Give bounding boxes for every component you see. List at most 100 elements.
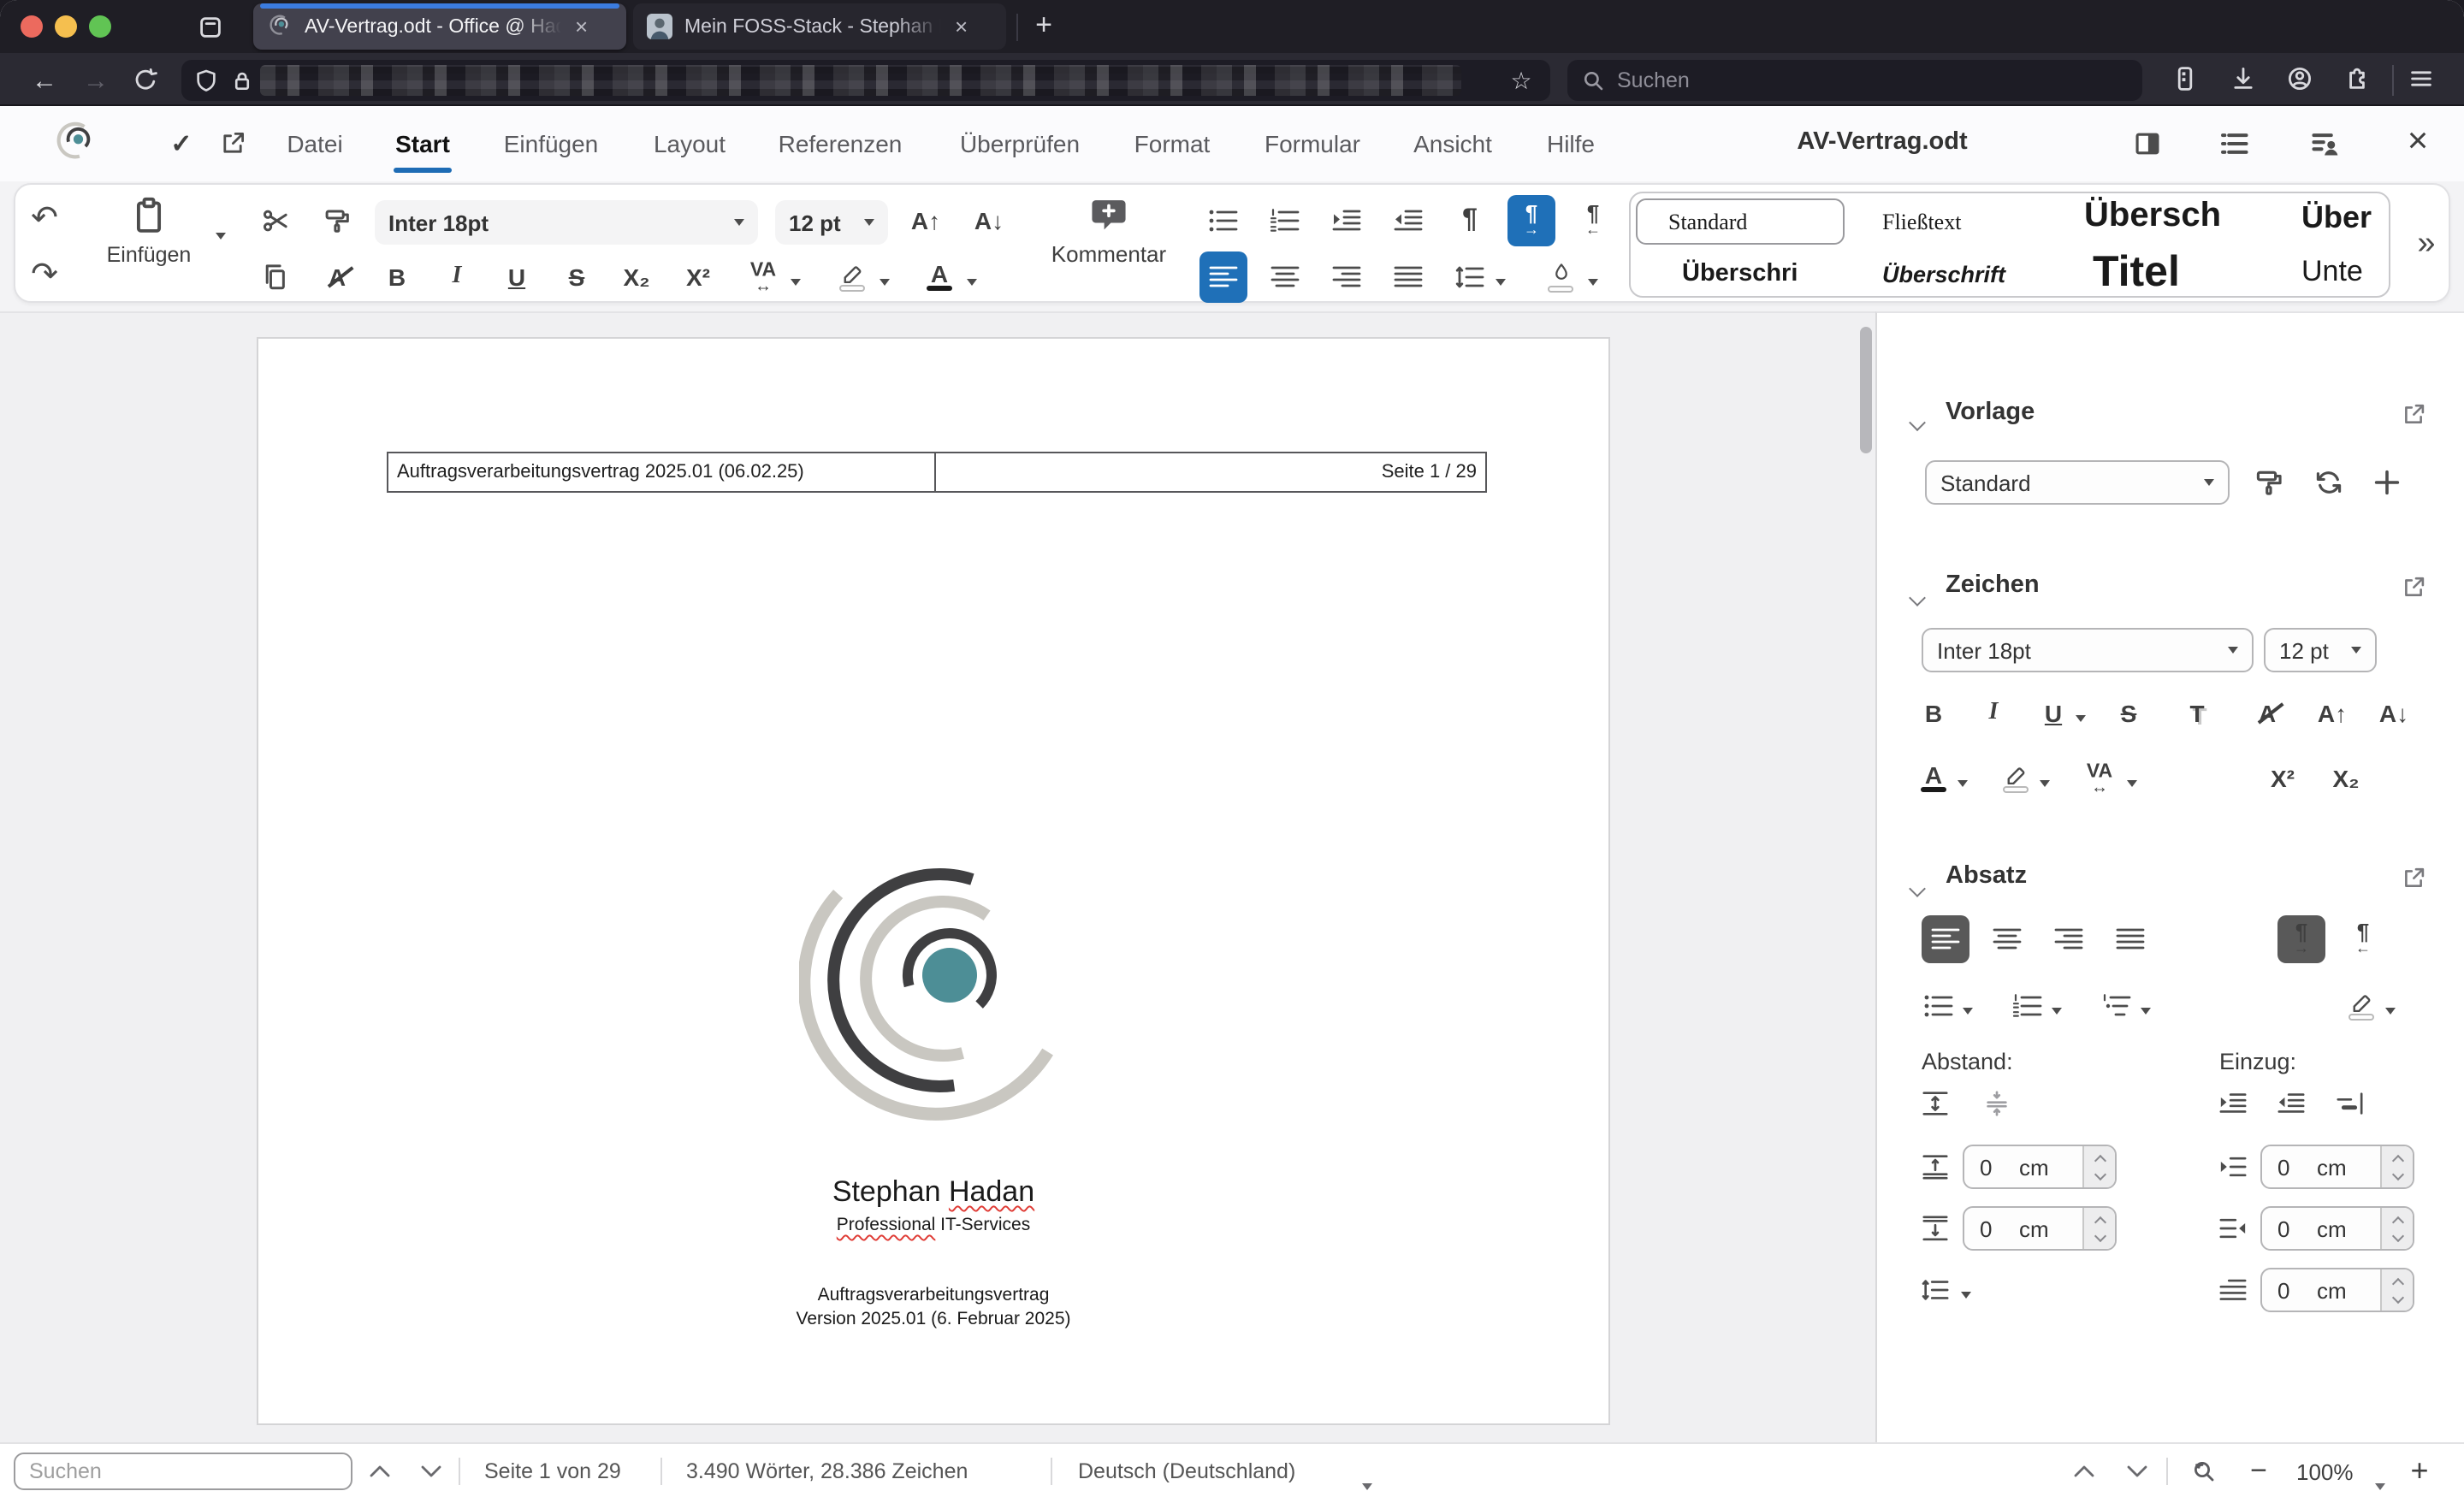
strikethrough-icon[interactable]: S [569,263,585,291]
account-icon[interactable] [2284,63,2315,94]
stepper[interactable] [2082,1146,2115,1187]
page-count-status[interactable]: Seite 1 von 29 [484,1459,621,1483]
search-input[interactable] [1617,68,1959,92]
sidebar-font-size-select[interactable]: 12 pt [2264,628,2377,672]
document-search-input[interactable] [14,1453,352,1490]
bold-icon[interactable]: B [388,263,406,291]
sidebar-underline-caret[interactable] [2076,715,2086,722]
decrease-spacing-icon[interactable] [1982,1090,2011,1117]
hanging-indent-icon[interactable] [2335,1090,2364,1117]
zoom-in-icon[interactable]: + [2410,1453,2428,1489]
decrease-indent-icon[interactable] [1393,207,1424,234]
menu-referenzen[interactable]: Referenzen [779,130,903,157]
close-document-icon[interactable]: × [2399,121,2437,163]
sidebar-bold-icon[interactable]: B [1925,700,1942,727]
italic-icon[interactable]: I [453,263,462,291]
stepper[interactable] [2082,1208,2115,1249]
language-status[interactable]: Deutsch (Deutschland) [1078,1459,1295,1483]
tab-av-vertrag[interactable]: AV-Vertrag.odt - Office @ Hada × [253,3,626,50]
paste-dropdown-caret[interactable] [216,233,226,240]
absatz-external-icon[interactable] [2397,862,2428,893]
sidebar-bullet-list-icon[interactable] [1923,992,1954,1020]
char-spacing-caret[interactable] [791,279,801,286]
align-center-button[interactable] [1270,263,1300,291]
menu-format[interactable]: Format [1134,130,1211,157]
absatz-section-title[interactable]: Absatz [1946,862,2027,890]
sidebar-ltr-button[interactable]: ¶ → [2277,915,2325,963]
vorlage-section-title[interactable]: Vorlage [1946,399,2035,426]
extensions-icon[interactable] [2341,63,2372,94]
line-spacing-icon[interactable] [1454,263,1485,291]
reload-button[interactable] [130,65,161,96]
numbered-list-icon[interactable] [1270,207,1300,234]
tab-close-icon[interactable]: × [955,15,968,38]
stepper[interactable] [2380,1208,2413,1249]
stepper[interactable] [2380,1269,2413,1311]
sidebar-numbered-list-icon[interactable] [2012,992,2043,1020]
downloads-icon[interactable] [2228,63,2259,94]
sidebar-align-justify-button[interactable] [2106,915,2154,963]
forward-button[interactable]: → [79,63,113,98]
zoom-out-icon[interactable]: − [2250,1454,2267,1488]
rtl-direction-button[interactable]: ¶ ← [1585,202,1601,237]
comment-button[interactable]: Kommentar [1049,197,1169,265]
sidebar-decrease-indent-icon[interactable] [2277,1090,2306,1117]
font-name-combobox[interactable]: Inter 18pt [375,200,758,245]
paragraph-bg-color-icon[interactable] [1548,262,1573,293]
zoom-reset-icon[interactable] [2190,1458,2218,1485]
sidebar-superscript-icon[interactable]: X² [2271,765,2295,792]
language-caret[interactable] [1362,1468,1372,1497]
zeichen-external-icon[interactable] [2397,571,2428,602]
refresh-style-icon[interactable] [2313,467,2344,498]
document-scrollbar[interactable] [1860,327,1872,453]
lock-icon[interactable] [228,67,255,94]
vorlage-collapse-chevron-icon[interactable] [1909,409,1926,440]
bookmark-star-icon[interactable]: ☆ [1506,65,1537,96]
cut-icon[interactable] [261,206,290,235]
menu-start[interactable]: Start [395,130,450,157]
update-style-roller-icon[interactable] [2254,467,2284,498]
search-next-icon[interactable] [420,1464,442,1479]
sidebar-italic-icon[interactable]: I [1989,700,1999,727]
document-canvas[interactable]: Auftragsverarbeitungsvertrag 2025.01 (06… [0,311,1875,1442]
style-standard[interactable]: Standard [1668,209,1747,236]
sidebar-clear-formatting-icon[interactable]: A [2259,700,2276,727]
sidebar-font-color-caret[interactable] [1958,780,1968,787]
previous-page-icon[interactable] [2073,1464,2095,1479]
space-below-paragraph-icon[interactable] [1921,1215,1950,1242]
menu-formular[interactable]: Formular [1265,130,1360,157]
menu-hilfe[interactable]: Hilfe [1547,130,1595,157]
document-page[interactable]: Auftragsverarbeitungsvertrag 2025.01 (06… [257,337,1610,1425]
redo-icon[interactable]: ↷ [31,256,58,295]
back-button[interactable]: ← [27,63,62,98]
align-right-button[interactable] [1331,263,1362,291]
sidebar-numbered-list-caret[interactable] [2052,1008,2062,1015]
space-above-field[interactable]: 0 cm [1963,1145,2117,1189]
style-ueberschrift2[interactable]: Über [2301,200,2372,236]
shield-icon[interactable] [192,67,219,94]
sidebar-bullet-list-caret[interactable] [1963,1008,1973,1015]
traffic-zoom-button[interactable] [89,15,111,38]
traffic-close-button[interactable] [21,15,43,38]
word-count-status[interactable]: 3.490 Wörter, 28.386 Zeichen [686,1459,968,1483]
menu-einfuegen[interactable]: Einfügen [504,130,599,157]
tab-foss-stack[interactable]: Mein FOSS-Stack - Stephan Ha × [633,3,1006,50]
vorlage-external-icon[interactable] [2397,399,2428,429]
indent-after-text-icon[interactable] [2218,1215,2248,1242]
sidebar-increase-indent-icon[interactable] [2218,1090,2248,1117]
tab-close-icon[interactable]: × [575,15,588,38]
zoom-level-value[interactable]: 100% [2296,1459,2354,1485]
sidebar-paragraph-bg-caret[interactable] [2385,1008,2396,1015]
tab-overview-icon[interactable] [195,12,226,43]
next-page-icon[interactable] [2126,1464,2148,1479]
indent-before-text-icon[interactable] [2218,1153,2248,1180]
menu-ansicht[interactable]: Ansicht [1413,130,1492,157]
align-justify-button[interactable] [1393,263,1424,291]
sidebar-toggle-icon[interactable] [2130,127,2165,161]
save-check-icon[interactable]: ✓ [164,128,198,159]
ltr-direction-button[interactable]: ¶ → [1507,195,1555,246]
zeichen-collapse-chevron-icon[interactable] [1909,582,1926,612]
sidebar-shadow-icon[interactable]: T [2189,700,2204,727]
sidebar-line-spacing-caret[interactable] [1961,1292,1971,1299]
sidebar-strikethrough-icon[interactable]: S [2121,700,2137,727]
